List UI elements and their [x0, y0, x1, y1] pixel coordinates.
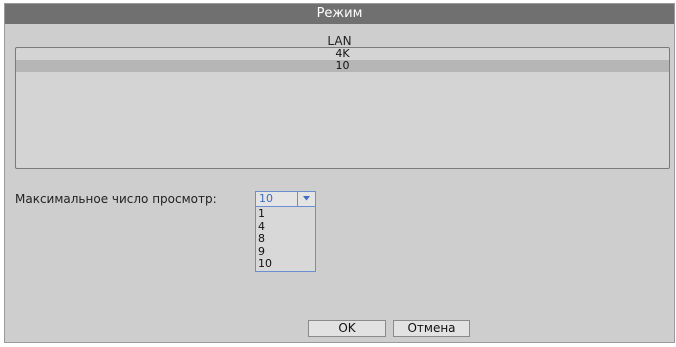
max-views-dropdown-list: 1 4 8 9 10 [255, 206, 316, 272]
cancel-button[interactable]: Отмена [393, 320, 470, 337]
mode-listbox[interactable]: 4K 10 [15, 47, 670, 169]
mode-dialog: Режим LAN 4K 10 Максимальное число просм… [4, 3, 675, 343]
ok-button[interactable]: OK [308, 320, 386, 337]
chevron-down-icon[interactable] [297, 192, 315, 206]
dropdown-option-8[interactable]: 8 [256, 232, 315, 246]
dropdown-option-1[interactable]: 1 [256, 207, 315, 221]
max-views-label: Максимальное число просмотр: [15, 192, 217, 206]
list-item-10[interactable]: 10 [16, 60, 669, 72]
max-views-select[interactable]: 10 [255, 191, 316, 207]
lan-section-label: LAN [327, 34, 352, 48]
max-views-selected-value: 10 [259, 192, 273, 205]
dropdown-option-10[interactable]: 10 [256, 257, 315, 271]
dialog-title: Режим [5, 4, 674, 24]
